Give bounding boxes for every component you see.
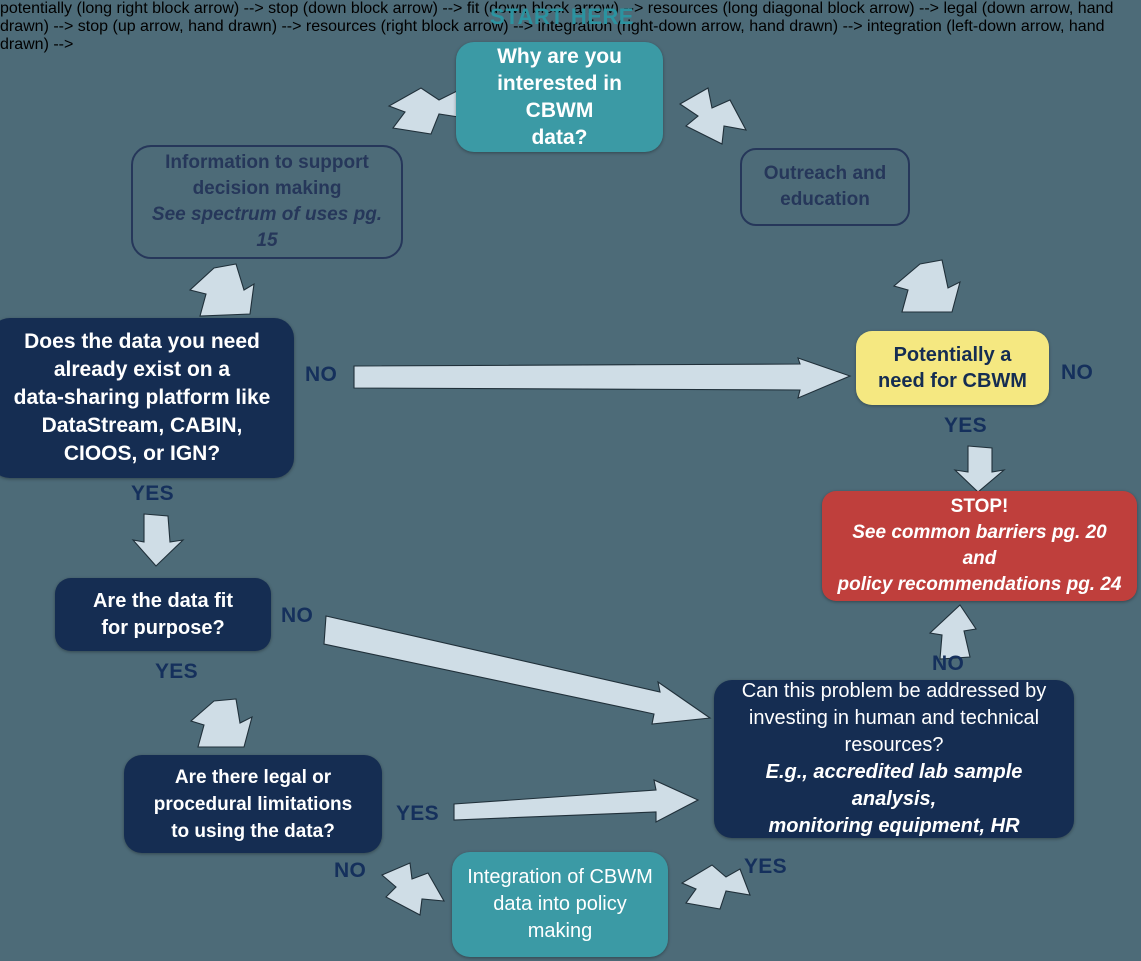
node-resources-note2: monitoring equipment, HR — [768, 815, 1020, 837]
node-information-decision-making[interactable]: Information to support decision making S… — [131, 145, 403, 259]
node-legal-line2: procedural limitations — [153, 793, 353, 815]
node-resources-line2: investing in human and technical — [748, 707, 1040, 729]
arrow-down-icon — [130, 512, 188, 568]
node-resources-line3: resources? — [844, 734, 944, 756]
arrow-down-right-icon — [672, 82, 764, 152]
node-outreach-education[interactable]: Outreach and education — [740, 148, 910, 226]
node-why-line2: interested in CBWM — [497, 72, 622, 122]
node-resources-line1: Can this problem be addressed by — [741, 680, 1047, 702]
node-legal-line1: Are there legal or — [174, 766, 332, 788]
node-exist-line1: Does the data you need — [24, 330, 260, 353]
node-fit-line2: for purpose? — [101, 616, 225, 639]
node-info-note: See spectrum of uses pg. 15 — [151, 204, 383, 251]
edge-label-yes-legal-to-resources: YES — [396, 802, 439, 825]
node-potentially-need-for-cbwm[interactable]: Potentially a need for CBWM — [856, 331, 1049, 405]
node-integration-line1: Integration of CBWM — [467, 866, 653, 888]
edge-label-no-resources-to-stop: NO — [932, 652, 965, 675]
arrow-down-left-icon — [888, 252, 968, 322]
arrow-down-left-icon — [186, 693, 260, 755]
node-are-data-fit-for-purpose[interactable]: Are the data fit for purpose? — [55, 578, 271, 651]
node-info-line2: decision making — [192, 178, 342, 199]
node-fit-line1: Are the data fit — [92, 589, 234, 612]
arrow-right-icon — [352, 356, 852, 400]
edge-label-yes-potential-to-stop: YES — [944, 414, 987, 437]
node-why-line1: Why are you — [497, 45, 622, 68]
node-potential-line2: need for CBWM — [878, 370, 1027, 392]
node-integration-into-policy-making[interactable]: Integration of CBWM data into policy mak… — [452, 852, 668, 957]
node-potential-line1: Potentially a — [893, 344, 1012, 366]
flowchart-canvas: START HERE potentially (long right block… — [0, 0, 1141, 961]
node-legal-line3: to using the data? — [171, 820, 335, 842]
node-resources-note1: E.g., accredited lab sample analysis, — [765, 761, 1023, 810]
arrow-down-icon — [952, 444, 1008, 494]
start-here-label: START HERE — [490, 4, 634, 29]
node-integration-line2: data into policy — [493, 893, 627, 915]
node-why-interested[interactable]: Why are you interested in CBWM data? — [456, 42, 663, 152]
arrow-down-left-icon — [184, 254, 264, 324]
arrow-down-right-icon — [322, 606, 714, 728]
node-outreach-line2: education — [780, 189, 870, 210]
node-legal-procedural-limitations[interactable]: Are there legal or procedural limitation… — [124, 755, 382, 853]
node-stop-note1: See common barriers pg. 20 and — [852, 522, 1107, 569]
node-integration-line3: making — [527, 920, 593, 942]
node-outreach-line1: Outreach and — [763, 163, 887, 184]
node-stop-note2: policy recommendations pg. 24 — [837, 574, 1122, 595]
node-why-line3: data? — [531, 126, 588, 149]
edge-label-yes-resources-to-integration: YES — [744, 855, 787, 878]
edge-label-yes-fit-to-legal: YES — [155, 660, 198, 683]
node-exist-line4: DataStream, CABIN, — [41, 414, 243, 437]
edge-label-no-legal-to-integration: NO — [334, 859, 367, 882]
edge-label-no-potential-right: NO — [1061, 361, 1094, 384]
arrow-right-icon — [450, 778, 700, 826]
edge-label-yes-exist-to-fit: YES — [131, 482, 174, 505]
arrow-down-right-icon — [378, 857, 456, 919]
node-exist-line5: CIOOS, or IGN? — [63, 442, 221, 465]
node-invest-human-technical-resources[interactable]: Can this problem be addressed by investi… — [714, 680, 1074, 838]
node-stop[interactable]: STOP! See common barriers pg. 20 and pol… — [822, 491, 1137, 601]
node-exist-line3: data-sharing platform like — [13, 386, 271, 409]
edge-label-no-exist-to-potential: NO — [305, 363, 338, 386]
node-does-data-already-exist[interactable]: Does the data you need already exist on … — [0, 318, 294, 478]
node-stop-heading: STOP! — [950, 496, 1009, 517]
edge-label-no-fit-to-resources: NO — [281, 604, 314, 627]
node-info-line1: Information to support — [165, 152, 369, 173]
node-exist-line2: already exist on a — [53, 358, 231, 381]
